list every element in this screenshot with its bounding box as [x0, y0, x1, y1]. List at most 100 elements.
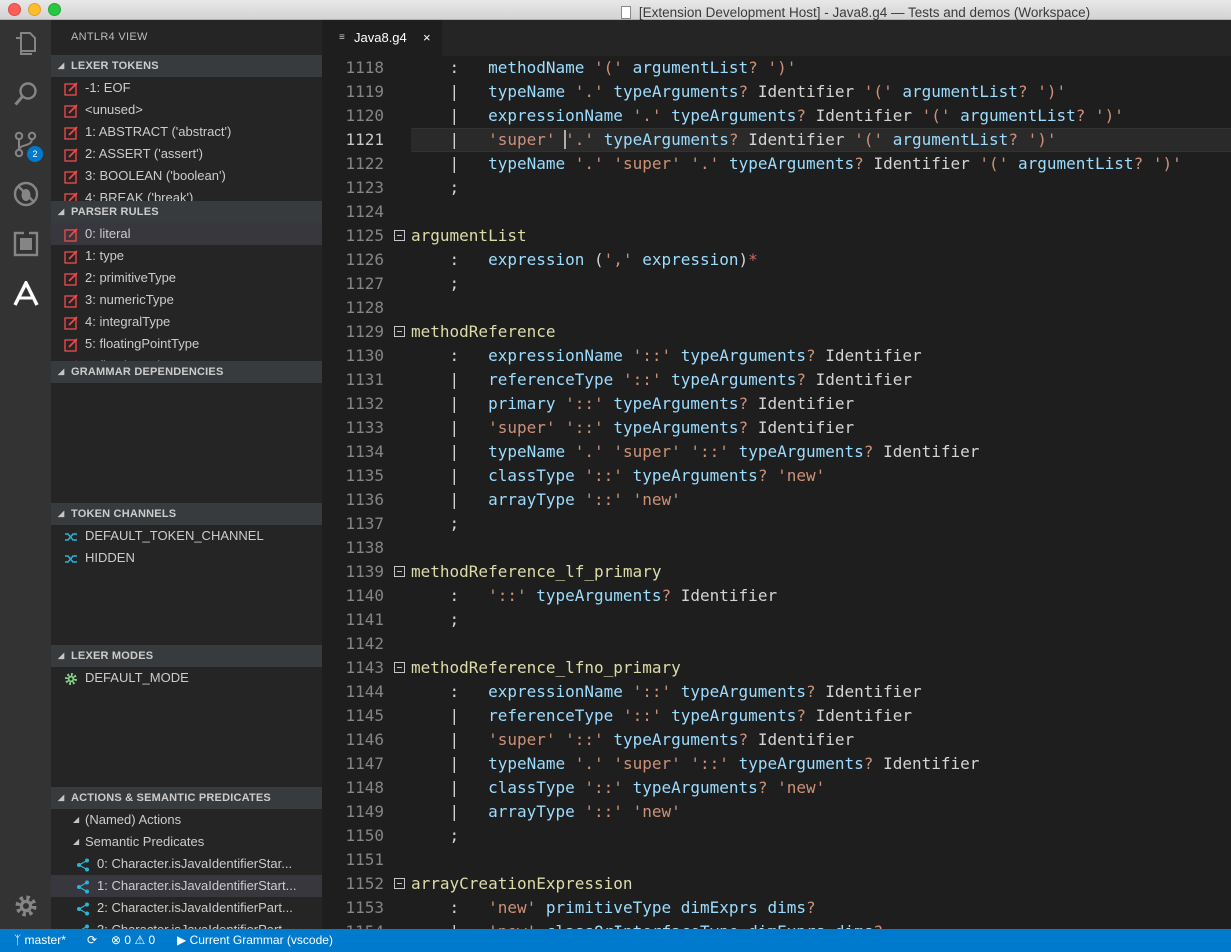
parser-rule-item[interactable]: 0: literal	[51, 223, 322, 245]
settings-gear-icon[interactable]	[0, 882, 51, 930]
code-token: typeArguments	[632, 466, 758, 485]
line-number: 1144	[345, 682, 384, 701]
code-token: ?	[728, 130, 739, 149]
code-token: Identifier	[873, 154, 970, 173]
code-token: |	[411, 370, 489, 389]
git-branch-icon: ᛉ	[14, 933, 22, 947]
source-control-icon[interactable]	[0, 120, 51, 168]
code-token: ?	[796, 106, 806, 125]
code-token: Identifier	[748, 130, 845, 149]
lexer-token-item[interactable]: 4: BREAK ('break')	[51, 187, 322, 201]
token-channel-item[interactable]: DEFAULT_TOKEN_CHANNEL	[51, 525, 322, 547]
section-header-token-channels[interactable]: ◢ TOKEN CHANNELS	[51, 503, 322, 525]
section-header-lexer-modes[interactable]: ◢ LEXER MODES	[51, 645, 322, 667]
code-token: Identifier	[757, 394, 855, 413]
code-line: 1122 | typeName '.' 'super' '.' typeArgu…	[322, 152, 1231, 176]
debug-icon[interactable]	[0, 170, 51, 218]
section-header-actions[interactable]: ◢ ACTIONS & SEMANTIC PREDICATES	[51, 787, 322, 809]
lexer-token-item[interactable]: 1: ABSTRACT ('abstract')	[51, 121, 322, 143]
branch-indicator[interactable]: ᛉ master*	[14, 929, 66, 952]
code-token: typeArguments	[536, 586, 662, 605]
lexer-token-item[interactable]: 2: ASSERT ('assert')	[51, 143, 322, 165]
semantic-predicate-item[interactable]: 3: Character.isJavaIdentifierPart...	[51, 919, 322, 929]
code-token: Identifier	[815, 706, 912, 725]
code-token: primitiveType	[545, 898, 672, 917]
lexer-token-item[interactable]: <unused>	[51, 99, 322, 121]
fold-collapse-icon[interactable]	[394, 878, 405, 889]
code-token: ?	[757, 466, 768, 485]
code-token: |	[411, 154, 489, 173]
code-token: '::'	[584, 490, 623, 509]
code-token: typeName	[488, 754, 566, 773]
fold-collapse-icon[interactable]	[394, 566, 405, 577]
parser-rule-item[interactable]: 4: integralType	[51, 311, 322, 333]
code-token: argumentList	[1017, 154, 1134, 173]
explorer-icon[interactable]	[0, 20, 51, 68]
code-line: 1141 ;	[322, 608, 1231, 632]
code-text: methodReference_lf_primary	[411, 560, 661, 584]
code-token: 'new'	[488, 898, 537, 917]
line-number: 1118	[345, 58, 384, 77]
parser-rule-item[interactable]: 5: floatingPointType	[51, 333, 322, 355]
code-token: '::'	[690, 442, 729, 461]
tab-java8-g4[interactable]: ≡ Java8.g4 ×	[322, 20, 442, 56]
code-text: methodReference	[411, 320, 556, 344]
semantic-predicate-item[interactable]: 2: Character.isJavaIdentifierPart...	[51, 897, 322, 919]
problems-indicator[interactable]: ⊗ 0 ⚠ 0	[111, 929, 155, 952]
code-token: '::'	[622, 370, 662, 389]
fold-collapse-icon[interactable]	[394, 326, 405, 337]
tree-group-named-actions[interactable]: ◢ (Named) Actions	[51, 809, 322, 831]
semantic-predicate-item[interactable]: 1: Character.isJavaIdentifierStart...	[51, 875, 322, 897]
section-header-lexer-tokens[interactable]: ◢ LEXER TOKENS	[51, 55, 322, 77]
code-text: : expressionName '::' typeArguments? Ide…	[411, 344, 922, 368]
lexer-token-item[interactable]: 3: BOOLEAN ('boolean')	[51, 165, 322, 187]
code-editor[interactable]: 1118 : methodName '(' argumentList? ')' 1…	[322, 56, 1231, 929]
extensions-icon[interactable]	[0, 220, 51, 268]
code-token: typeArguments	[603, 130, 729, 149]
parser-rule-item[interactable]: 2: primitiveType	[51, 267, 322, 289]
line-number: 1128	[345, 298, 384, 317]
code-text: | primary '::' typeArguments? Identifier	[411, 392, 855, 416]
lexer-token-item[interactable]: -1: EOF	[51, 77, 322, 99]
code-text: | expressionName '.' typeArguments? Iden…	[411, 104, 1124, 128]
activity-bar: 2	[0, 20, 51, 929]
token-channel-item[interactable]: HIDDEN	[51, 547, 322, 569]
code-line: 1144 : expressionName '::' typeArguments…	[322, 680, 1231, 704]
code-token: '('	[863, 82, 893, 101]
sync-icon[interactable]: ⟳	[87, 929, 97, 952]
code-token: '::'	[565, 418, 604, 437]
current-grammar-status[interactable]: ▶ Current Grammar (vscode)	[177, 929, 333, 952]
close-icon[interactable]: ×	[423, 20, 431, 56]
code-line: 1130 : expressionName '::' typeArguments…	[322, 344, 1231, 368]
code-line: 1129 methodReference	[322, 320, 1231, 344]
section-header-parser-rules[interactable]: ◢ PARSER RULES	[51, 201, 322, 223]
code-token: arrayCreationExpression	[411, 874, 633, 893]
section-header-grammar-dependencies[interactable]: ◢ GRAMMAR DEPENDENCIES	[51, 361, 322, 383]
code-token: 'super'	[488, 730, 556, 749]
code-text: argumentList	[411, 224, 527, 248]
search-icon[interactable]	[0, 70, 51, 118]
parser-rule-item[interactable]: 1: type	[51, 245, 322, 267]
code-line: 1124	[322, 200, 1231, 224]
fold-collapse-icon[interactable]	[394, 662, 405, 673]
code-token: typeArguments	[671, 370, 797, 389]
code-text: arrayCreationExpression	[411, 872, 633, 896]
antlr-icon[interactable]	[0, 270, 51, 318]
code-line: 1139 methodReference_lf_primary	[322, 560, 1231, 584]
code-text: : expressionName '::' typeArguments? Ide…	[411, 680, 922, 704]
tree-group-semantic-predicates[interactable]: ◢ Semantic Predicates	[51, 831, 322, 853]
semantic-predicate-item[interactable]: 0: Character.isJavaIdentifierStar...	[51, 853, 322, 875]
parser-rule-item[interactable]: 3: numericType	[51, 289, 322, 311]
lexer-mode-item[interactable]: DEFAULT_MODE	[51, 667, 322, 689]
code-text: | arrayType '::' 'new'	[411, 488, 681, 512]
fold-collapse-icon[interactable]	[394, 230, 405, 241]
line-number: 1135	[345, 466, 384, 485]
